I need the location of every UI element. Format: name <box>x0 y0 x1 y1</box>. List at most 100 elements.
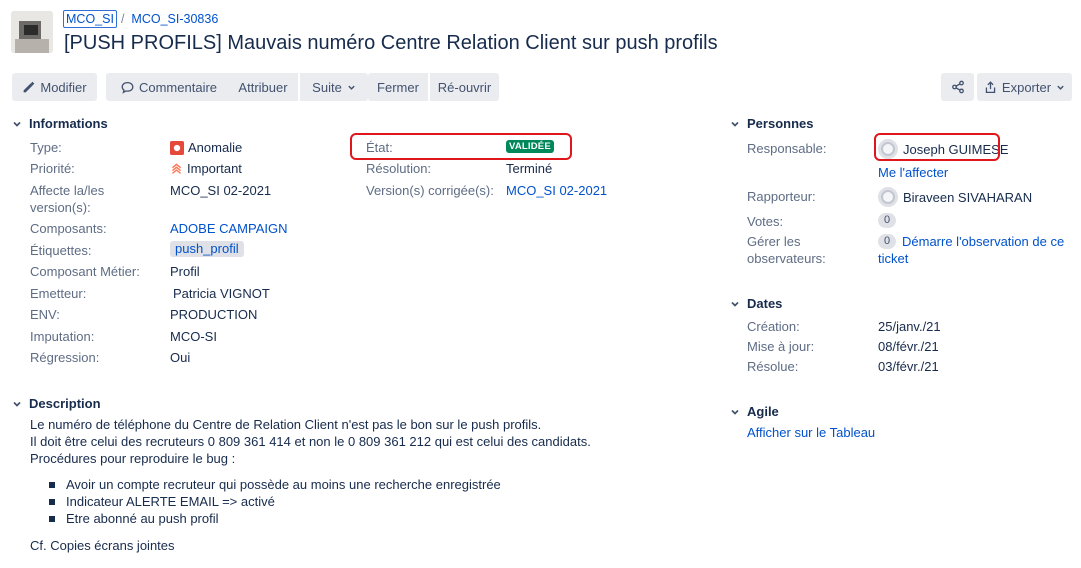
resolved-value: 03/févr./21 <box>878 359 939 374</box>
description-bullet: Avoir un compte recruteur qui possède au… <box>66 477 501 492</box>
label-tag[interactable]: push_profil <box>170 241 244 257</box>
reporter-avatar <box>878 187 898 207</box>
components-label: Composants: <box>30 221 107 236</box>
created-value: 25/janv./21 <box>878 319 941 334</box>
comment-button[interactable]: Commentaire <box>106 73 232 101</box>
reopen-issue-label: Ré-ouvrir <box>437 79 492 95</box>
chevron-down-icon <box>731 409 739 415</box>
chevron-down-icon <box>13 401 21 407</box>
people-section-toggle[interactable]: Personnes <box>730 116 813 131</box>
bug-type-icon <box>170 140 184 155</box>
pencil-icon <box>24 81 35 92</box>
imputation-label: Imputation: <box>30 329 95 344</box>
assign-button[interactable]: Attribuer <box>228 73 298 101</box>
business-component-value: Profil <box>170 264 200 279</box>
status-label: État: <box>366 140 393 155</box>
updated-value: 08/févr./21 <box>878 339 939 354</box>
votes-count-badge: 0 <box>878 213 896 228</box>
description-line: Procédures pour reproduire le bug : <box>30 451 236 466</box>
labels-value: push_profil <box>170 241 244 257</box>
assignee-name: Joseph GUIMESE <box>903 141 1009 157</box>
project-avatar[interactable] <box>11 11 53 53</box>
assignee-label: Responsable: <box>747 141 827 156</box>
priority-value: Important <box>170 160 242 177</box>
bullet-marker <box>49 516 55 522</box>
more-actions-button[interactable]: Suite <box>300 73 368 101</box>
bullet-marker <box>49 482 55 488</box>
reporter-name: Biraveen SIVAHARAN <box>903 189 1033 205</box>
export-button[interactable]: Exporter <box>977 73 1072 101</box>
chevron-down-icon <box>348 85 355 90</box>
issue-title[interactable]: [PUSH PROFILS] Mauvais numéro Centre Rel… <box>64 30 718 56</box>
description-footer: Cf. Copies écrans jointes <box>30 538 175 553</box>
details-section-toggle[interactable]: Informations <box>12 116 108 131</box>
agile-section-toggle[interactable]: Agile <box>730 404 779 419</box>
labels-label: Étiquettes: <box>30 243 92 258</box>
start-watching-link[interactable]: Démarre l'observation de ce <box>902 233 1064 250</box>
comment-button-label: Commentaire <box>138 79 218 95</box>
reporter-value[interactable]: Biraveen SIVAHARAN <box>878 187 1032 207</box>
description-bullet: Etre abonné au push profil <box>66 511 219 526</box>
chevron-down-icon <box>731 301 739 307</box>
status-value: VALIDÉE <box>506 140 554 153</box>
status-lozenge: VALIDÉE <box>506 140 554 153</box>
export-icon <box>985 80 996 93</box>
dates-section-toggle[interactable]: Dates <box>730 296 782 311</box>
priority-label: Priorité: <box>30 161 75 176</box>
people-section-title: Personnes <box>747 116 814 131</box>
env-value: PRODUCTION <box>170 307 258 322</box>
chevron-down-icon <box>13 121 21 127</box>
assign-to-me-link[interactable]: Me l'affecter <box>878 164 948 181</box>
close-issue-label: Fermer <box>377 79 419 95</box>
type-value-text: Anomalie <box>188 140 243 155</box>
emitter-value: Patricia VIGNOT <box>173 286 270 301</box>
export-button-label: Exporter <box>1001 79 1052 95</box>
assignee-avatar <box>878 139 898 159</box>
close-issue-button[interactable]: Fermer <box>368 73 428 101</box>
affects-version-value: MCO_SI 02-2021 <box>170 183 272 198</box>
view-on-board-link[interactable]: Afficher sur le Tableau <box>747 424 875 441</box>
fix-version-link[interactable]: MCO_SI 02-2021 <box>506 182 607 199</box>
watchers-value: 0 Démarre l'observation de ce <box>878 233 1064 250</box>
priority-high-icon <box>172 163 181 174</box>
share-icon <box>951 80 964 94</box>
created-label: Création: <box>747 319 800 334</box>
description-line: Le numéro de téléphone du Centre de Rela… <box>30 417 542 432</box>
more-actions-label: Suite <box>312 79 342 95</box>
start-watching-link-continued[interactable]: ticket <box>878 250 908 267</box>
imputation-value: MCO-SI <box>170 329 217 344</box>
fix-version-label: Version(s) corrigée(s): <box>366 183 494 198</box>
share-button[interactable] <box>941 73 974 101</box>
watchers-count-badge[interactable]: 0 <box>878 234 896 249</box>
description-section-title: Description <box>29 396 101 411</box>
assign-button-label: Attribuer <box>238 79 288 95</box>
votes-label: Votes: <box>747 214 784 229</box>
env-label: ENV: <box>30 307 60 322</box>
breadcrumb-issue-key-link[interactable]: MCO_SI-30836 <box>131 12 218 26</box>
resolution-value: Terminé <box>506 161 553 176</box>
affects-version-label-line1: Affecte la/les <box>30 183 105 198</box>
assignee-value[interactable]: Joseph GUIMESE <box>878 139 1009 159</box>
component-link[interactable]: ADOBE CAMPAIGN <box>170 220 288 237</box>
resolution-label: Résolution: <box>366 161 432 176</box>
edit-button[interactable]: Modifier <box>12 73 97 101</box>
affects-version-label-line2: version(s): <box>30 200 91 215</box>
edit-button-label: Modifier <box>40 79 87 95</box>
description-section-toggle[interactable]: Description <box>12 396 101 411</box>
chevron-down-icon <box>1057 85 1064 90</box>
bullet-marker <box>49 499 55 505</box>
type-label: Type: <box>30 140 62 155</box>
regression-label: Régression: <box>30 350 100 365</box>
reporter-label: Rapporteur: <box>747 189 816 204</box>
breadcrumb-separator: / <box>120 12 125 26</box>
votes-value[interactable]: 0 <box>878 213 896 228</box>
watchers-label-line2: observateurs: <box>747 251 826 266</box>
comment-icon <box>121 81 134 94</box>
business-component-label: Composant Métier: <box>30 264 140 279</box>
details-section-title: Informations <box>29 116 108 131</box>
regression-value: Oui <box>170 350 191 365</box>
breadcrumb-project-link[interactable]: MCO_SI <box>63 10 117 28</box>
chevron-down-icon <box>731 121 739 127</box>
reopen-issue-button[interactable]: Ré-ouvrir <box>430 73 499 101</box>
priority-value-text: Important <box>187 161 242 176</box>
